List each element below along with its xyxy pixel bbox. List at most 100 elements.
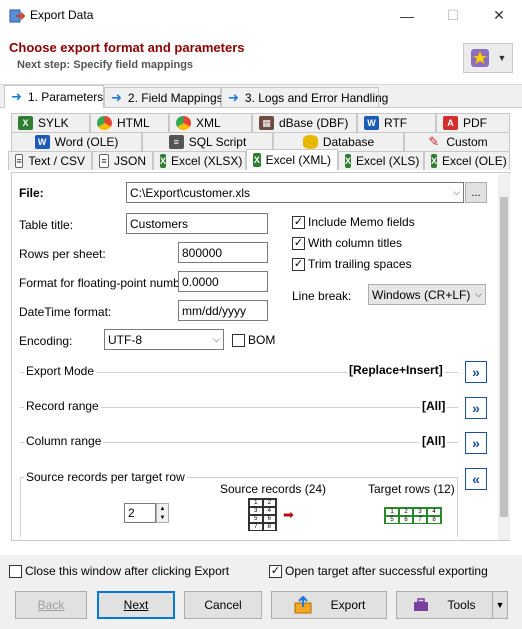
encoding-select[interactable]: UTF-8 ⌵ — [104, 329, 224, 350]
export-button[interactable]: Export — [271, 591, 387, 619]
export-mode-label: Export Mode — [24, 364, 97, 378]
close-after-export-checkbox[interactable]: Close this window after clicking Export — [9, 564, 229, 578]
checkbox-box[interactable]: ✓ — [292, 257, 305, 271]
tab-label: Excel (OLE) — [442, 154, 507, 168]
checkbox-box[interactable]: ✓ — [269, 564, 282, 578]
format-tab-excel-ole[interactable]: X Excel (OLE) — [424, 151, 510, 170]
browse-label: ... — [471, 186, 481, 199]
star-icon — [470, 49, 489, 67]
tab-label: Text / CSV — [28, 154, 85, 168]
tab-label: Excel (XML) — [265, 153, 331, 167]
export-label: Export — [330, 598, 366, 612]
format-tab-rtf[interactable]: W RTF — [357, 113, 436, 132]
open-target-checkbox[interactable]: ✓ Open target after successful exporting — [269, 564, 488, 578]
tab-parameters[interactable]: ➜ 1. Parameters — [4, 85, 104, 108]
bom-checkbox[interactable]: BOM — [232, 333, 275, 347]
chevron-down-icon: ⌵ — [213, 334, 220, 344]
chevron-down-icon: ⌵ — [475, 289, 482, 299]
maximize-button[interactable]: ☐ — [430, 0, 476, 31]
records-per-row-input[interactable]: 2 — [124, 503, 156, 523]
checkbox-box[interactable] — [9, 564, 22, 578]
tab-label: PDF — [463, 116, 487, 130]
trim-spaces-checkbox[interactable]: ✓ Trim trailing spaces — [292, 257, 412, 271]
checkbox-box[interactable]: ✓ — [292, 215, 305, 229]
format-tab-excel-xls[interactable]: X Excel (XLS) — [338, 151, 424, 170]
chrome-icon — [176, 116, 191, 130]
format-tab-sylk[interactable]: X SYLK — [11, 113, 90, 132]
window-title: Export Data — [30, 8, 94, 22]
datetime-format-input[interactable]: mm/dd/yyyy — [178, 300, 268, 321]
records-per-row-spinner[interactable]: ▲ ▼ — [156, 503, 169, 523]
chevron-down-icon: ⌵ — [453, 187, 460, 197]
tab-label: Custom — [446, 135, 488, 149]
tools-dropdown-button[interactable]: ▼ — [492, 591, 508, 619]
next-button[interactable]: Next — [97, 591, 175, 619]
format-tab-excel-xml[interactable]: X Excel (XML) — [246, 149, 338, 170]
chevron-down-icon: ▼ — [497, 53, 507, 63]
tab-label: Excel (XLS) — [356, 154, 420, 168]
format-tab-text-csv[interactable]: ≡ Text / CSV — [8, 151, 92, 170]
input-value: mm/dd/yyyy — [182, 303, 247, 318]
back-button[interactable]: Back — [15, 591, 87, 619]
toolbox-icon — [414, 598, 429, 611]
include-memo-checkbox[interactable]: ✓ Include Memo fields — [292, 215, 415, 229]
chevron-double-left-icon: « — [472, 471, 480, 487]
spin-down-icon[interactable]: ▼ — [160, 515, 166, 521]
favorites-button[interactable]: ▼ — [463, 43, 513, 73]
spin-up-icon[interactable]: ▲ — [160, 506, 166, 512]
scrollbar-thumb[interactable] — [500, 197, 508, 517]
expand-record-range-button[interactable]: » — [465, 397, 487, 419]
format-tab-word-ole[interactable]: W Word (OLE) — [11, 132, 142, 151]
cancel-label: Cancel — [204, 598, 242, 612]
column-titles-label: With column titles — [308, 236, 403, 250]
line-break-select[interactable]: Windows (CR+LF) ⌵ — [368, 284, 486, 305]
browse-button[interactable]: ... — [465, 182, 487, 203]
tab-field-mappings[interactable]: ➜ 2. Field Mappings — [104, 87, 223, 107]
target-rows-grid-icon: 12345678 — [384, 507, 442, 524]
encoding-value: UTF-8 — [108, 332, 142, 347]
cancel-button[interactable]: Cancel — [184, 591, 262, 619]
format-tab-dbase[interactable]: ▦ dBase (DBF) — [252, 113, 357, 132]
rows-per-sheet-label: Rows per sheet: — [19, 247, 106, 261]
format-tab-html[interactable]: HTML — [90, 113, 169, 132]
next-label: Next — [123, 598, 149, 612]
checkbox-box[interactable] — [232, 333, 245, 347]
tools-label: Tools — [447, 598, 476, 612]
encoding-label: Encoding: — [19, 334, 73, 348]
tab-label: Excel (XLSX) — [171, 154, 243, 168]
chevron-double-right-icon: » — [472, 400, 480, 416]
table-title-input[interactable]: Customers — [126, 213, 268, 234]
collapse-source-per-target-button[interactable]: « — [465, 468, 487, 490]
tab-logs-error-handling[interactable]: ➜ 3. Logs and Error Handling — [221, 87, 388, 107]
input-value: Customers — [130, 216, 189, 231]
close-button[interactable]: ✕ — [476, 0, 522, 31]
tools-button[interactable]: Tools — [396, 591, 493, 619]
checkbox-box[interactable]: ✓ — [292, 236, 305, 250]
format-tab-xml[interactable]: XML — [169, 113, 252, 132]
minimize-button[interactable]: — — [384, 0, 430, 31]
target-rows-label: Target rows (12) — [368, 482, 455, 496]
tab-label: 3. Logs and Error Handling — [244, 90, 389, 105]
script-icon: ≡ — [168, 135, 184, 149]
source-records-label: Source records (24) — [220, 482, 327, 496]
chevron-double-right-icon: » — [472, 364, 480, 380]
expand-export-mode-button[interactable]: » — [465, 361, 487, 383]
format-tab-pdf[interactable]: A PDF — [436, 113, 510, 132]
header-subtitle: Next step: Specify field mappings — [17, 59, 194, 71]
expand-column-range-button[interactable]: » — [465, 432, 487, 454]
pencil-icon: ✎ — [428, 134, 440, 149]
format-tab-custom[interactable]: ✎ Custom — [404, 132, 510, 151]
line-break-value: Windows (CR+LF) — [372, 287, 471, 302]
rows-per-sheet-input[interactable]: 800000 — [178, 242, 268, 263]
arrow-right-icon: ➜ — [228, 89, 239, 105]
float-format-input[interactable]: 0.0000 — [178, 271, 268, 292]
json-file-icon: ≡ — [99, 154, 109, 168]
format-tab-excel-xlsx[interactable]: X Excel (XLSX) — [153, 151, 246, 170]
file-label: File: — [19, 186, 44, 200]
column-titles-checkbox[interactable]: ✓ With column titles — [292, 236, 402, 250]
file-path-combo[interactable]: C:\Export\customer.xls ⌵ — [126, 182, 464, 203]
excel-icon: X — [253, 153, 261, 167]
excel-icon: X — [160, 154, 167, 168]
format-tab-json[interactable]: ≡ JSON — [92, 151, 153, 170]
trim-spaces-label: Trim trailing spaces — [308, 257, 412, 271]
